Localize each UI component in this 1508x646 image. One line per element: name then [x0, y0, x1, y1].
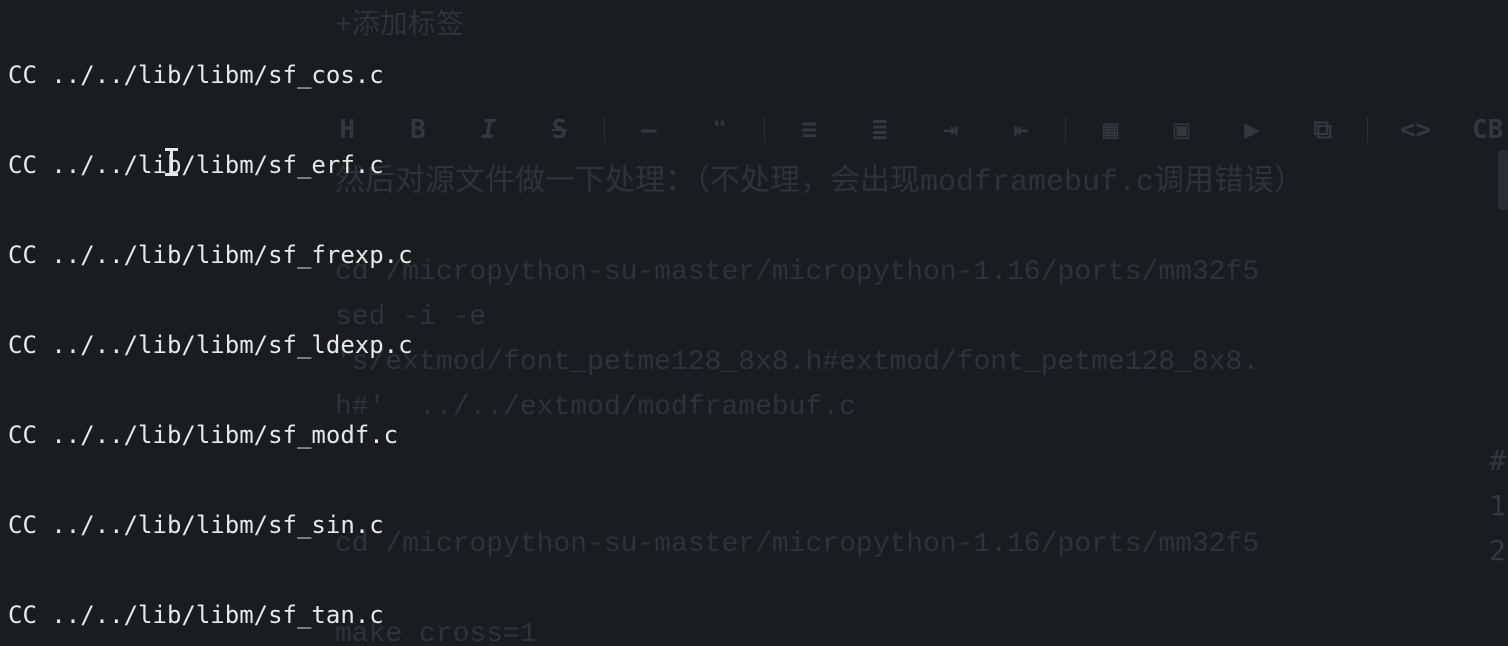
terminal-line: CC ../../lib/libm/sf_frexp.c [8, 240, 1500, 270]
terminal-line: CC ../../lib/libm/sf_modf.c [8, 420, 1500, 450]
terminal-line: CC ../../lib/libm/sf_sin.c [8, 510, 1500, 540]
terminal[interactable]: CC ../../lib/libm/sf_cos.c CC ../../lib/… [0, 0, 1508, 646]
terminal-line: CC ../../lib/libm/sf_ldexp.c [8, 330, 1500, 360]
terminal-line: CC ../../lib/libm/sf_tan.c [8, 600, 1500, 630]
terminal-line: CC ../../lib/libm/sf_erf.c [8, 150, 1500, 180]
terminal-line: CC ../../lib/libm/sf_cos.c [8, 60, 1500, 90]
